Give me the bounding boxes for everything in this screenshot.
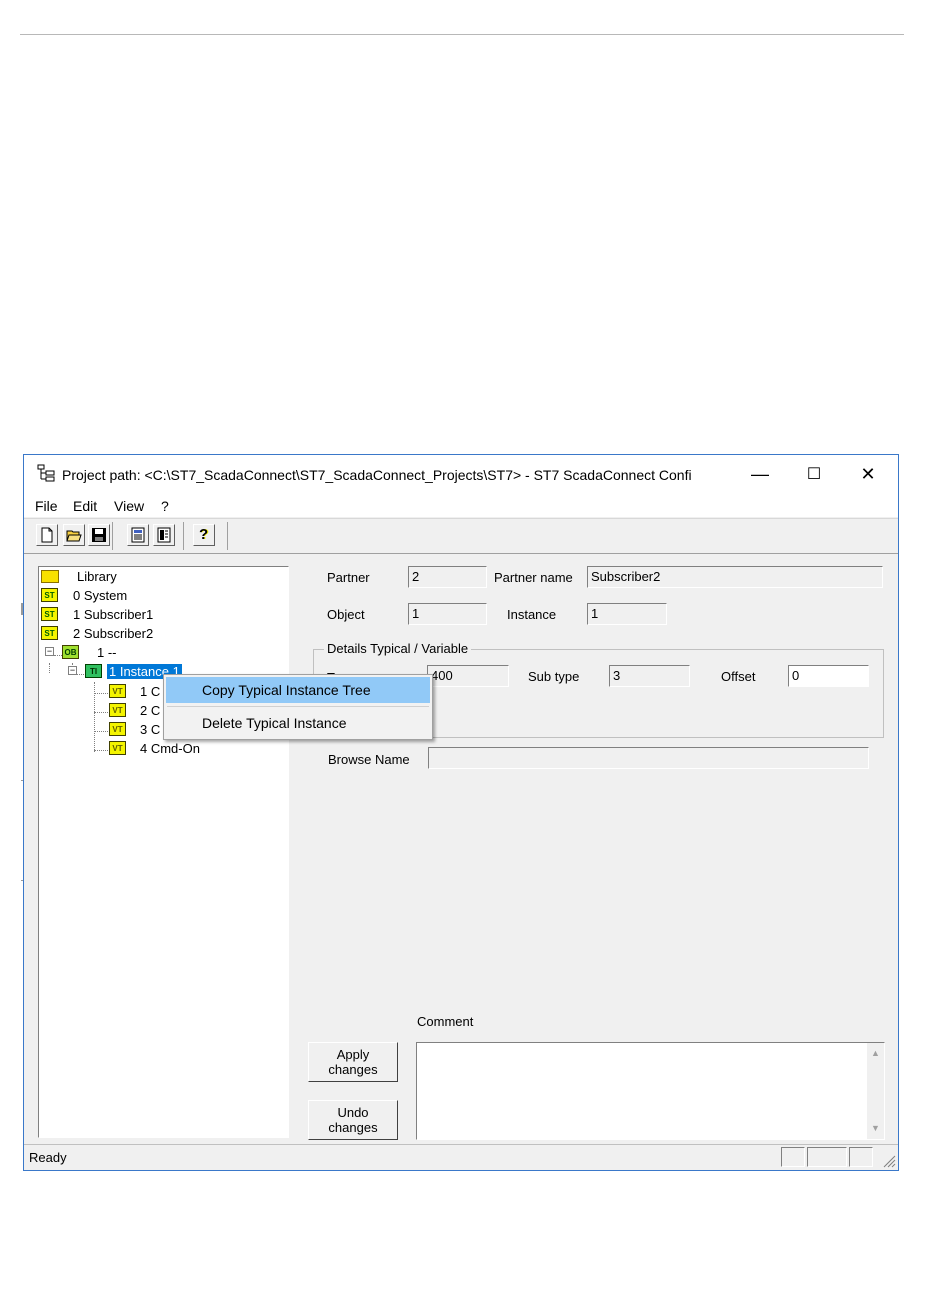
partner-name-label: Partner name [494, 570, 573, 585]
title-bar[interactable]: Project path: <C:\ST7_ScadaConnect\ST7_S… [24, 455, 898, 495]
tree-node-label: 2 C [140, 703, 161, 718]
save-button[interactable] [88, 524, 110, 546]
help-button[interactable]: ? [193, 524, 215, 546]
tree-node-label: 1 Subscriber1 [73, 607, 154, 622]
status-pane [849, 1147, 873, 1167]
status-text: Ready [29, 1150, 67, 1165]
menu-help[interactable]: ? [161, 498, 169, 514]
browse-name-field [428, 747, 869, 769]
undo-line-2: changes [328, 1120, 378, 1135]
minimize-button[interactable]: — [733, 455, 787, 493]
tree-structure-icon [37, 464, 55, 482]
tree-node-label: 1 C [140, 684, 161, 699]
partner-label: Partner [327, 570, 370, 585]
typical-instance-icon: TI [85, 664, 102, 678]
toolbar-group-help: ? [187, 522, 228, 550]
details-group-title: Details Typical / Variable [324, 641, 472, 656]
tree-node-label: 1 -- [97, 645, 117, 660]
open-button[interactable] [63, 524, 85, 546]
instance-label: Instance [507, 607, 557, 622]
export-button[interactable] [153, 524, 175, 546]
object-field: 1 [408, 603, 487, 625]
apply-line-2: changes [328, 1062, 378, 1077]
tree-node-label: 4 Cmd-On [140, 741, 200, 756]
variable-type-icon: VT [109, 741, 126, 755]
tree-node-label: 3 C [140, 722, 161, 737]
collapse-icon[interactable]: − [68, 666, 77, 675]
toolbar-group-transfer [116, 522, 184, 550]
comment-label: Comment [417, 1014, 474, 1029]
offset-label: Offset [721, 669, 756, 684]
subtype-label: Sub type [528, 669, 580, 684]
help-icon: ? [199, 526, 209, 543]
menu-edit[interactable]: Edit [73, 498, 97, 514]
object-label: Object [327, 607, 365, 622]
partner-name-field: Subscriber2 [587, 566, 883, 588]
open-folder-icon [66, 530, 82, 542]
folder-icon [41, 570, 59, 583]
status-pane [781, 1147, 805, 1167]
menu-bar: File Edit View ? [24, 495, 898, 517]
subscriber-type-icon: ST [41, 607, 58, 621]
subscriber-type-icon: ST [41, 626, 58, 640]
instance-field: 1 [587, 603, 667, 625]
variable-type-icon: VT [109, 703, 126, 717]
collapse-icon[interactable]: − [45, 647, 54, 656]
page-top-rule [20, 34, 904, 35]
type-field: 400 [427, 665, 509, 687]
tree-node-label: 0 System [73, 588, 128, 603]
app-window: Project path: <C:\ST7_ScadaConnect\ST7_S… [23, 454, 899, 1171]
undo-changes-button[interactable]: Undo changes [308, 1100, 398, 1140]
new-file-icon [41, 527, 53, 543]
window-title: Project path: <C:\ST7_ScadaConnect\ST7_S… [62, 467, 692, 483]
project-tree[interactable]: Library ST 0 System ST 1 Subscriber1 ST … [38, 566, 289, 1138]
toolbar: ? [24, 518, 898, 554]
tree-node-label: 2 Subscriber2 [73, 626, 154, 641]
save-disk-icon [92, 528, 106, 542]
browse-name-label: Browse Name [328, 752, 410, 767]
apply-changes-button[interactable]: Apply changes [308, 1042, 398, 1082]
menu-file[interactable]: File [35, 498, 58, 514]
resize-grip-icon[interactable] [882, 1154, 896, 1168]
scroll-down-icon[interactable]: ▼ [867, 1120, 884, 1137]
comment-scrollbar[interactable]: ▲ ▼ [867, 1043, 884, 1139]
import-icon [131, 527, 145, 543]
subscriber-type-icon: ST [41, 588, 58, 602]
variable-type-icon: VT [109, 722, 126, 736]
context-menu-separator [167, 706, 429, 707]
status-bar: Ready [24, 1144, 898, 1170]
scroll-up-icon[interactable]: ▲ [867, 1045, 884, 1062]
close-button[interactable]: ✕ [841, 455, 895, 493]
object-type-icon: OB [62, 645, 79, 659]
comment-textarea[interactable]: ▲ ▼ [416, 1042, 885, 1140]
offset-input[interactable]: 0 [788, 665, 869, 687]
undo-line-1: Undo [337, 1105, 369, 1120]
delete-typical-instance-item[interactable]: Delete Typical Instance [166, 710, 430, 736]
copy-typical-instance-tree-item[interactable]: Copy Typical Instance Tree [166, 677, 430, 703]
apply-line-1: Apply [336, 1047, 370, 1062]
menu-view[interactable]: View [114, 498, 144, 514]
toolbar-group-file [26, 522, 113, 550]
status-pane [807, 1147, 847, 1167]
maximize-button[interactable]: ☐ [787, 455, 841, 493]
context-menu: Copy Typical Instance Tree Delete Typica… [163, 674, 433, 740]
new-file-button[interactable] [36, 524, 58, 546]
tree-node-label: Library [77, 569, 117, 584]
partner-field: 2 [408, 566, 487, 588]
import-button[interactable] [127, 524, 149, 546]
subtype-field: 3 [609, 665, 690, 687]
export-icon [157, 527, 171, 543]
variable-type-icon: VT [109, 684, 126, 698]
